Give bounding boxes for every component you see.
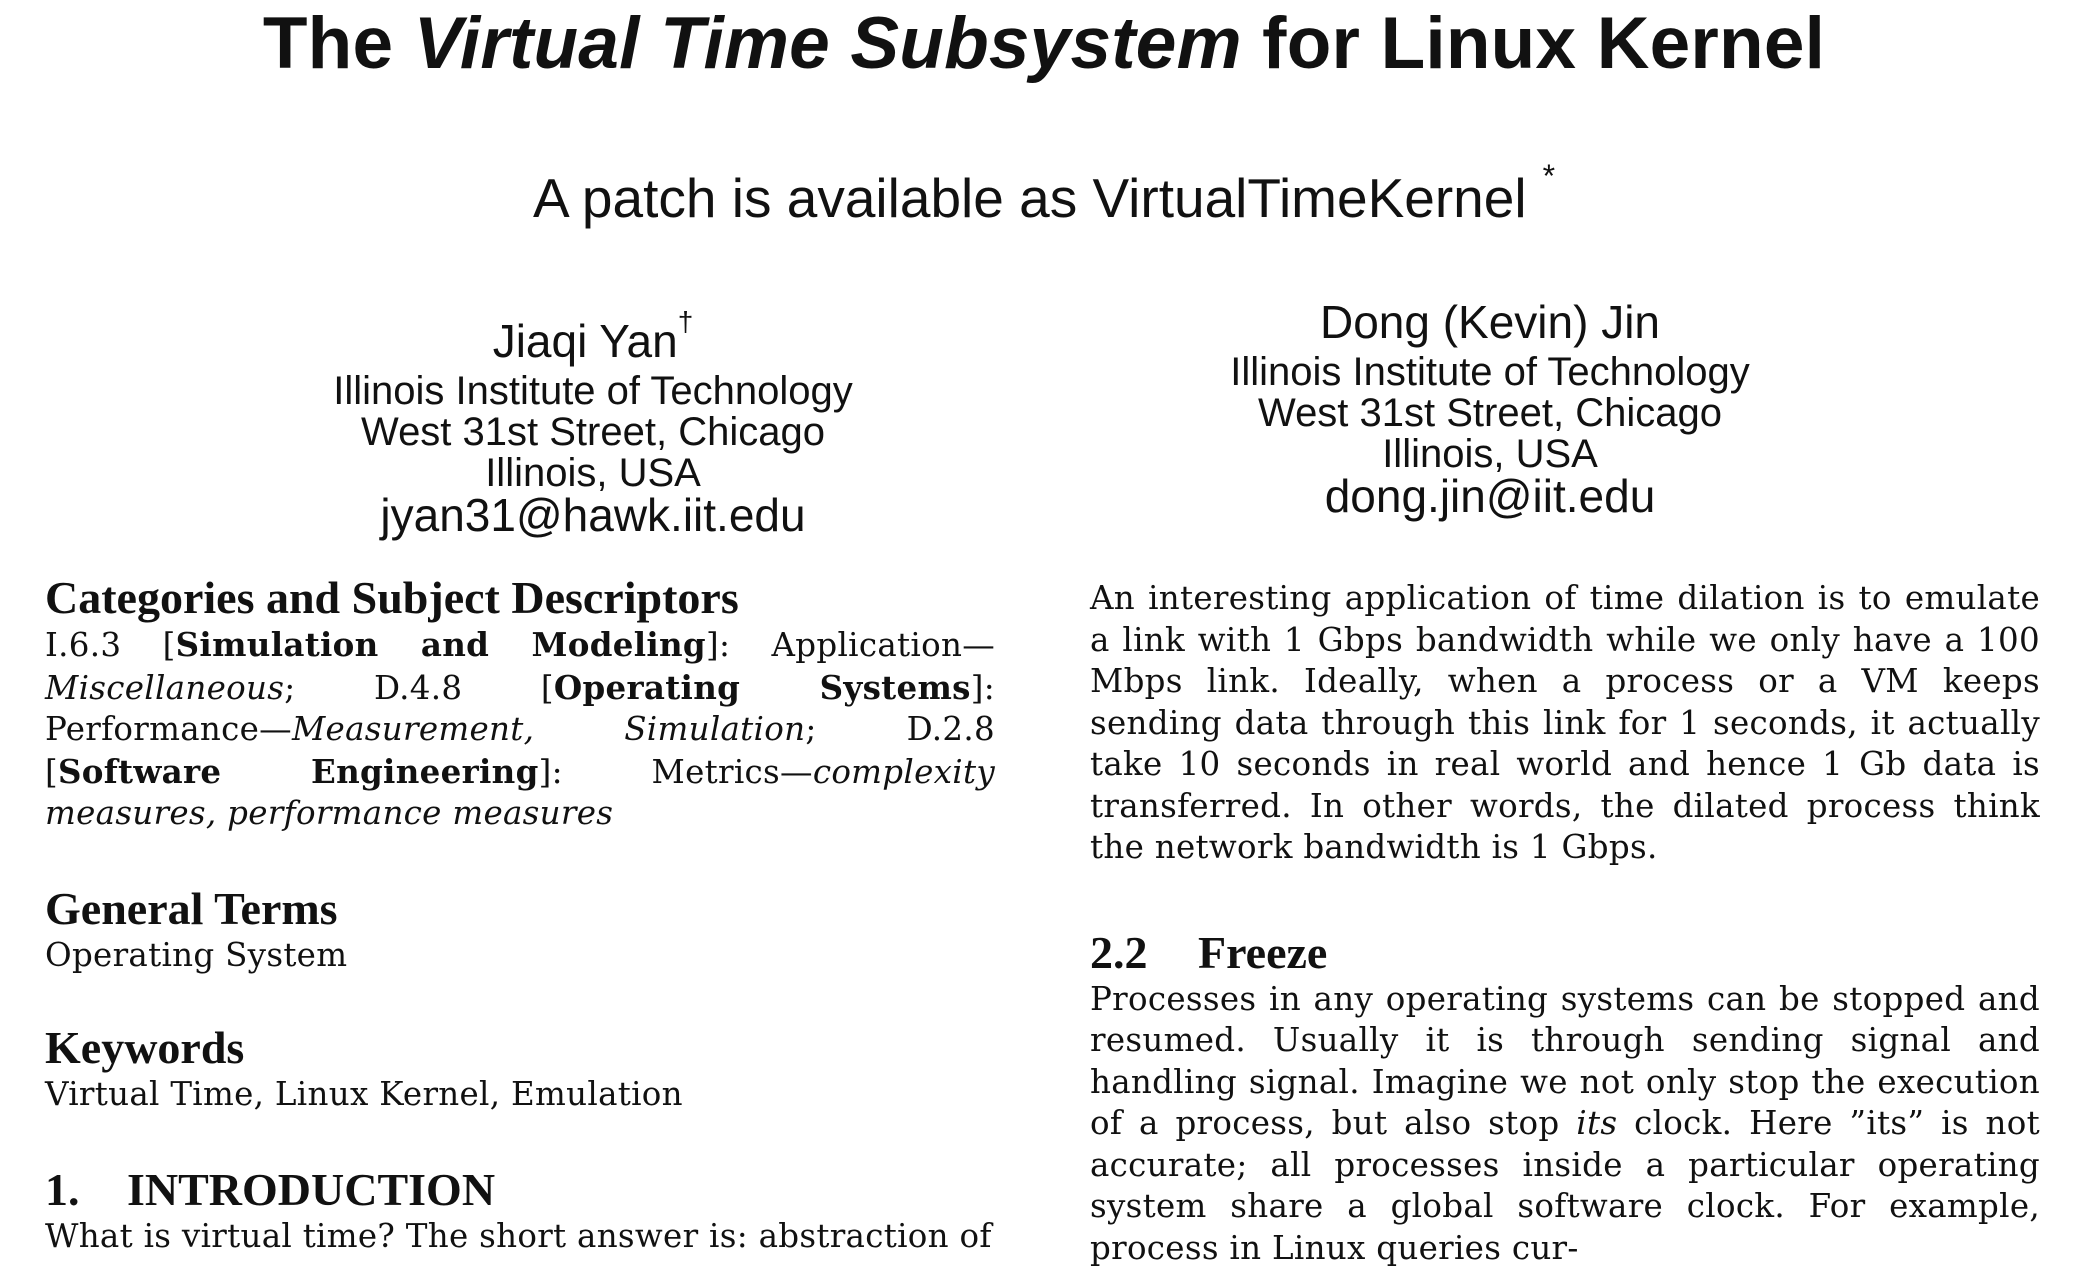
right-column: An interesting application of time dilat… [1090, 578, 2040, 1269]
title-part2: for Linux Kernel [1242, 3, 1825, 84]
author-block-2: Dong (Kevin) Jin Illinois Institute of T… [1040, 292, 1940, 521]
author-email: dong.jin@iit.edu [1040, 471, 1940, 521]
author-affiliation: Illinois Institute of Technology [143, 371, 1043, 412]
author-email: jyan31@hawk.iit.edu [143, 490, 1043, 540]
general-terms-body: Operating System [45, 935, 995, 977]
title-italic: Virtual Time Subsystem [414, 3, 1242, 84]
author-street: West 31st Street, Chicago [143, 412, 1043, 453]
freeze-heading: 2.2Freeze [1090, 927, 2040, 979]
subtitle-text: A patch is available as VirtualTimeKerne… [533, 167, 1527, 229]
author-affiliation: Illinois Institute of Technology [1040, 352, 1940, 393]
title-part1: The [263, 3, 414, 84]
general-terms-heading: General Terms [45, 883, 995, 935]
author-region: Illinois, USA [1040, 434, 1940, 475]
time-dilation-paragraph: An interesting application of time dilat… [1090, 578, 2040, 869]
introduction-body: What is virtual time? The short answer i… [45, 1216, 995, 1258]
keywords-body: Virtual Time, Linux Kernel, Emulation [45, 1074, 995, 1116]
author-block-1: Jiaqi Yan† Illinois Institute of Technol… [143, 292, 1043, 540]
freeze-body: Processes in any operating systems can b… [1090, 979, 2040, 1269]
author-name: Dong (Kevin) Jin [1040, 292, 1940, 352]
left-column: Categories and Subject Descriptors I.6.3… [45, 572, 995, 1257]
paper-title: The Virtual Time Subsystem for Linux Ker… [0, 4, 2088, 84]
author-name: Jiaqi Yan† [143, 292, 1043, 371]
categories-heading: Categories and Subject Descriptors [45, 572, 995, 624]
author-footnote-marker: † [678, 306, 694, 337]
subtitle-footnote-marker: * [1543, 158, 1555, 194]
author-region: Illinois, USA [143, 453, 1043, 494]
introduction-heading: 1.INTRODUCTION [45, 1164, 995, 1216]
section-number: 1. [45, 1164, 127, 1216]
author-street: West 31st Street, Chicago [1040, 393, 1940, 434]
categories-body: I.6.3 [Simulation and Modeling]: Applica… [45, 624, 995, 835]
keywords-heading: Keywords [45, 1022, 995, 1074]
section-number: 2.2 [1090, 927, 1198, 979]
paper-subtitle: A patch is available as VirtualTimeKerne… [0, 144, 2088, 230]
